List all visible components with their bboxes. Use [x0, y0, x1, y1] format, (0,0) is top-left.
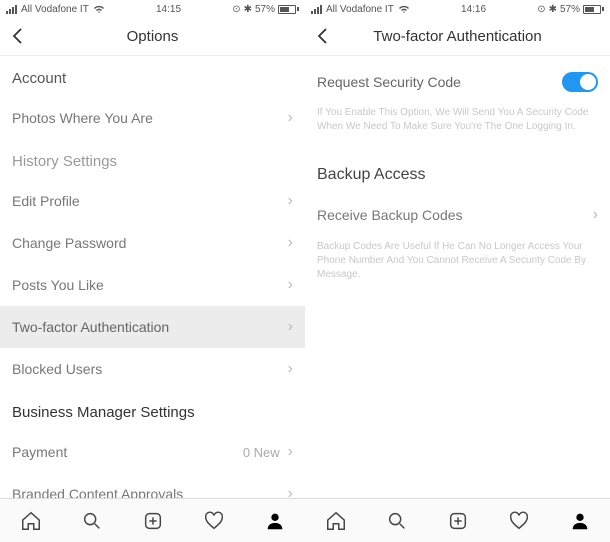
wifi-icon — [398, 5, 410, 14]
toggle-label: Request Security Code — [317, 74, 562, 90]
row-label: Change Password — [12, 235, 288, 251]
row-change-password[interactable]: Change Password › — [0, 222, 305, 264]
chevron-right-icon: › — [288, 234, 293, 252]
carrier-label: All Vodafone IT — [326, 4, 394, 15]
chevron-right-icon: › — [288, 109, 293, 127]
chevron-right-icon: › — [288, 318, 293, 336]
payment-badge: 0 New — [243, 445, 280, 460]
row-receive-backup-codes[interactable]: Receive Backup Codes › — [305, 194, 610, 236]
nav-activity[interactable] — [183, 510, 244, 532]
two-factor-content: Request Security Code If You Enable This… — [305, 56, 610, 498]
status-time: 14:15 — [156, 4, 181, 15]
header: Options — [0, 18, 305, 56]
nav-profile[interactable] — [244, 510, 305, 532]
bottom-nav — [305, 498, 610, 542]
status-time: 14:16 — [461, 4, 486, 15]
battery-icon — [583, 5, 604, 14]
alarm-icon: ⊙ — [537, 4, 545, 15]
bottom-nav — [0, 498, 305, 542]
status-bar: All Vodafone IT 14:16 ⊙ ✱ 57% — [305, 0, 610, 18]
chevron-right-icon: › — [288, 443, 293, 461]
row-edit-profile[interactable]: Edit Profile › — [0, 180, 305, 222]
row-photos-where-you-are[interactable]: Photos Where You Are › — [0, 97, 305, 139]
chevron-right-icon: › — [288, 360, 293, 378]
row-request-security-code: Request Security Code — [305, 56, 610, 102]
row-label: Posts You Like — [12, 277, 288, 293]
nav-profile[interactable] — [549, 510, 610, 532]
row-label: Receive Backup Codes — [317, 207, 593, 223]
row-label: Payment — [12, 444, 243, 460]
page-title: Two-factor Authentication — [373, 28, 541, 45]
section-history: History Settings — [0, 139, 305, 180]
two-factor-screen: All Vodafone IT 14:16 ⊙ ✱ 57% Two-factor… — [305, 0, 610, 542]
backup-codes-hint: Backup Codes Are Useful If He Can No Lon… — [305, 236, 610, 294]
row-posts-you-like[interactable]: Posts You Like › — [0, 264, 305, 306]
back-button[interactable] — [313, 26, 333, 46]
nav-search[interactable] — [61, 510, 122, 532]
nav-search[interactable] — [366, 510, 427, 532]
nav-add[interactable] — [427, 510, 488, 532]
battery-pct: 57% — [255, 4, 275, 15]
row-label: Photos Where You Are — [12, 110, 288, 126]
bluetooth-icon: ✱ — [244, 4, 252, 15]
row-payment[interactable]: Payment 0 New › — [0, 431, 305, 473]
signal-icon — [311, 5, 322, 14]
chevron-right-icon: › — [288, 276, 293, 294]
row-label: Branded Content Approvals — [12, 486, 288, 498]
row-two-factor-auth[interactable]: Two-factor Authentication › — [0, 306, 305, 348]
options-screen: All Vodafone IT 14:15 ⊙ ✱ 57% Options Ac… — [0, 0, 305, 542]
nav-add[interactable] — [122, 510, 183, 532]
chevron-right-icon: › — [288, 485, 293, 498]
header: Two-factor Authentication — [305, 18, 610, 56]
carrier-label: All Vodafone IT — [21, 4, 89, 15]
section-backup-access: Backup Access — [305, 146, 610, 194]
security-code-toggle[interactable] — [562, 72, 598, 92]
battery-pct: 57% — [560, 4, 580, 15]
chevron-right-icon: › — [288, 192, 293, 210]
section-account: Account — [0, 56, 305, 97]
page-title: Options — [127, 28, 179, 45]
back-button[interactable] — [8, 26, 28, 46]
row-label: Two-factor Authentication — [12, 319, 288, 335]
alarm-icon: ⊙ — [232, 4, 240, 15]
row-blocked-users[interactable]: Blocked Users › — [0, 348, 305, 390]
wifi-icon — [93, 5, 105, 14]
row-label: Edit Profile — [12, 193, 288, 209]
security-code-hint: If You Enable This Option, We Will Send … — [305, 102, 610, 146]
status-bar: All Vodafone IT 14:15 ⊙ ✱ 57% — [0, 0, 305, 18]
chevron-right-icon: › — [593, 206, 598, 224]
signal-icon — [6, 5, 17, 14]
nav-home[interactable] — [305, 510, 366, 532]
nav-home[interactable] — [0, 510, 61, 532]
nav-activity[interactable] — [488, 510, 549, 532]
row-branded-content[interactable]: Branded Content Approvals › — [0, 473, 305, 498]
bluetooth-icon: ✱ — [549, 4, 557, 15]
options-list[interactable]: Account Photos Where You Are › History S… — [0, 56, 305, 498]
row-label: Blocked Users — [12, 361, 288, 377]
battery-icon — [278, 5, 299, 14]
section-business: Business Manager Settings — [0, 390, 305, 431]
